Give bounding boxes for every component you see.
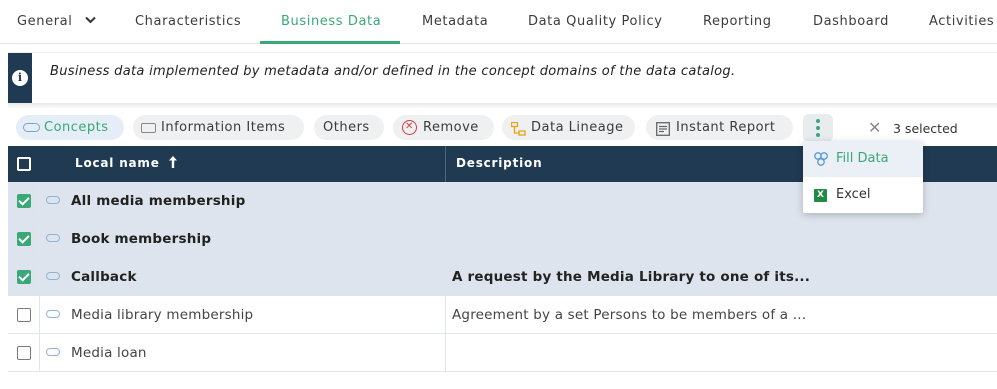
column-divider [39,258,40,296]
instant-report-label: Instant Report [676,120,776,135]
concept-icon [46,348,60,356]
tab-activities[interactable]: Activities [929,0,994,44]
tab-dashboard[interactable]: Dashboard [813,0,889,44]
excel-icon: X [814,189,827,202]
remove-label: Remove [423,120,479,135]
more-vertical-icon [816,133,820,137]
column-divider [39,220,40,258]
row-name[interactable]: Callback [71,269,137,285]
divider [8,103,997,108]
column-label: Local name [75,156,160,170]
chevron-down-icon [85,16,96,24]
info-banner: i Business data implemented by metadata … [8,52,997,104]
row-description: A request by the Media Library to one of… [452,269,811,285]
menu-item-fill-data[interactable]: Fill Data [803,141,923,177]
column-divider [445,296,446,334]
data-lineage-button[interactable]: Data Lineage [502,115,635,140]
tab-characteristics[interactable]: Characteristics [135,0,241,44]
concepts-label: Concepts [44,120,109,135]
info-bar: i [8,53,32,104]
column-header-description[interactable]: Description [456,156,542,170]
select-all-checkbox[interactable] [17,157,31,171]
information-items-label: Information Items [161,120,286,135]
row-name[interactable]: Media library membership [71,307,253,323]
clear-selection-icon[interactable]: ✕ [868,119,881,137]
fill-data-icon [814,152,828,166]
tab-label: Data Quality Policy [528,14,663,29]
active-tab-indicator [260,41,400,44]
remove-icon: ✕ [402,120,417,135]
data-lineage-label: Data Lineage [531,120,624,135]
tab-label: Reporting [703,14,772,29]
concepts-filter-button[interactable]: Concepts [16,115,124,140]
tab-business-data[interactable]: Business Data [281,0,381,44]
row-checkbox[interactable] [17,308,31,322]
tab-label: Activities [929,14,995,29]
column-divider [39,182,40,220]
concept-icon [46,310,60,318]
tab-label: General [17,14,73,29]
column-divider [445,220,446,258]
column-divider [445,182,446,220]
column-header-local-name[interactable]: Local name [75,156,177,170]
table-row[interactable]: Media library membership Agreement by a … [8,296,997,334]
concept-icon [46,196,60,204]
more-vertical-icon [816,126,820,130]
row-checkbox[interactable] [17,270,31,284]
row-checkbox[interactable] [17,346,31,360]
menu-item-label: Excel [836,187,871,202]
row-checkbox[interactable] [17,194,31,208]
report-icon [656,120,670,145]
table-row[interactable]: Book membership [8,220,997,258]
instant-report-button[interactable]: Instant Report [646,115,793,140]
row-checkbox[interactable] [17,232,31,246]
row-name[interactable]: All media membership [71,193,245,209]
info-text: Business data implemented by metadata an… [50,64,736,79]
row-name[interactable]: Media loan [71,345,147,361]
selected-count: 3 selected [893,121,958,136]
column-divider [445,258,446,296]
others-filter-button[interactable]: Others [314,115,384,140]
information-items-filter-button[interactable]: Information Items [133,115,304,140]
remove-button[interactable]: ✕ Remove [393,115,494,140]
column-divider [39,334,40,372]
sort-ascending-icon [168,156,177,168]
menu-item-label: Fill Data [836,151,889,166]
row-description: Agreement by a set Persons to be members… [452,307,807,323]
tab-metadata[interactable]: Metadata [422,0,488,44]
column-divider [445,334,446,372]
tab-label: Characteristics [135,14,242,29]
tab-general[interactable]: General [17,0,96,44]
menu-item-excel[interactable]: X Excel [803,177,923,213]
tab-data-quality-policy[interactable]: Data Quality Policy [528,0,663,44]
concept-icon [23,121,40,132]
more-actions-menu: Fill Data X Excel [803,141,923,213]
more-actions-button[interactable] [803,114,833,142]
tab-label: Business Data [281,14,382,29]
information-item-icon [141,121,156,133]
others-label: Others [323,120,370,135]
tab-bar: General Characteristics Business Data Me… [0,0,997,44]
tab-label: Dashboard [813,14,889,29]
concept-icon [46,234,60,242]
info-icon: i [12,70,28,86]
table-row[interactable]: Media loan [8,334,997,372]
concept-icon [46,272,60,280]
more-vertical-icon [816,119,820,123]
tab-reporting[interactable]: Reporting [703,0,772,44]
column-divider [39,296,40,334]
data-lineage-icon [510,120,526,145]
column-divider [445,146,446,182]
table-row[interactable]: Callback A request by the Media Library … [8,258,997,296]
row-name[interactable]: Book membership [71,231,211,247]
tab-label: Metadata [422,14,489,29]
